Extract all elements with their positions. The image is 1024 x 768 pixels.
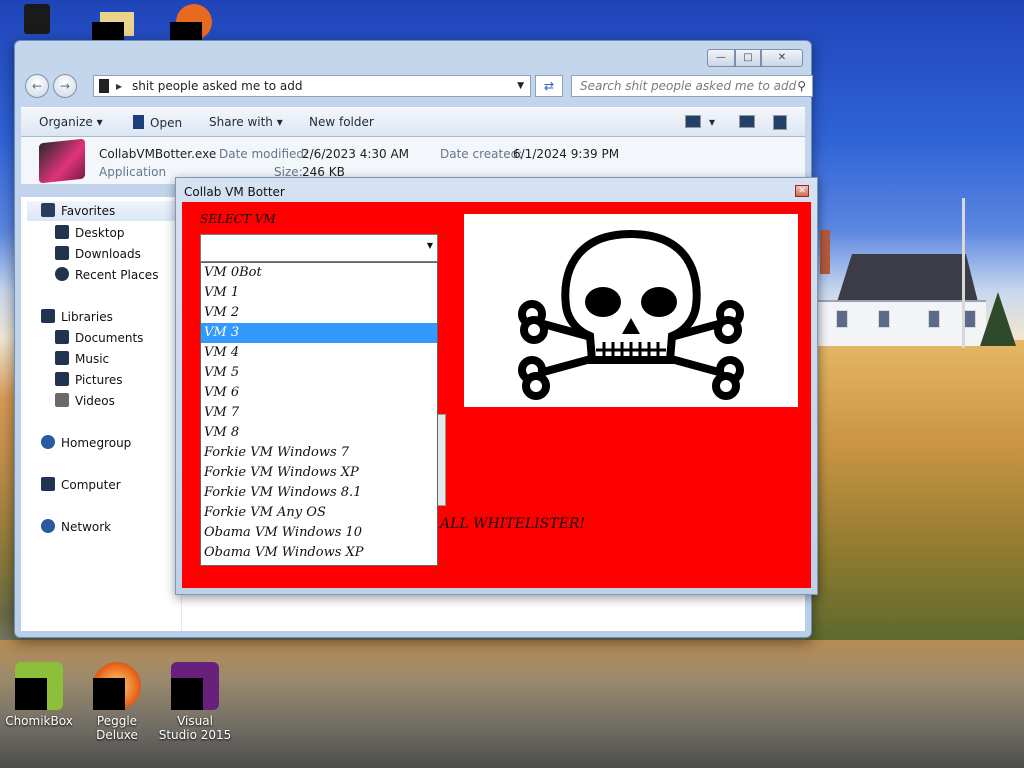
minimize-button[interactable]: — (707, 49, 735, 67)
new-folder-button[interactable]: New folder (309, 115, 374, 129)
date-modified-value: 2/6/2023 4:30 AM (302, 147, 410, 161)
desktop-icon-visual-studio[interactable]: Visual Studio 2015 (158, 662, 232, 742)
vm-option[interactable]: VM 1 (201, 283, 437, 303)
vm-option[interactable]: VM 3 (201, 323, 437, 343)
star-icon (41, 203, 55, 217)
nav-libraries[interactable]: Libraries (41, 309, 113, 324)
nav-music[interactable]: Music (55, 351, 109, 366)
nav-network[interactable]: Network (41, 519, 111, 534)
address-text: shit people asked me to add (132, 79, 303, 93)
share-with-button[interactable]: Share with ▾ (209, 115, 283, 129)
file-type: Application (99, 165, 167, 179)
botter-client-area: SELECT VM ▼ VM 0Bot VM 1 VM 2 VM 3 VM 4 VM 5V… (182, 202, 811, 588)
libraries-icon (41, 309, 55, 323)
nav-computer[interactable]: Computer (41, 477, 121, 492)
peggle-icon (93, 662, 141, 710)
forward-button[interactable]: → (53, 74, 77, 98)
recycle-bin-icon[interactable] (18, 0, 66, 40)
vm-option[interactable]: Forkie VM Windows 7 (201, 443, 437, 463)
vm-option[interactable]: VM 4 (201, 343, 437, 363)
vm-option[interactable]: Obama VM Windows XP (201, 543, 437, 563)
wallpaper-flagpole (962, 198, 965, 348)
date-created-label: Date created: (440, 147, 523, 161)
media-desktop-icon[interactable] (170, 0, 218, 40)
desktop-icon-label: Visual Studio 2015 (158, 714, 232, 742)
desktop-icon-chomikbox[interactable]: ChomikBox (2, 662, 76, 728)
vm-option[interactable]: Forkie VM Windows XP (201, 463, 437, 483)
organize-button[interactable]: Organize ▾ (39, 115, 103, 129)
computer-icon (41, 477, 55, 491)
skull-image (464, 214, 798, 407)
date-created-value: 6/1/2024 9:39 PM (513, 147, 620, 161)
date-modified-label: Date modified: (219, 147, 309, 161)
vm-option[interactable]: VM 5 (201, 363, 437, 383)
refresh-button[interactable]: ⇄ (535, 75, 563, 97)
collabvmbotter-app-icon (39, 138, 85, 184)
downloads-icon (55, 246, 69, 260)
search-icon: ⚲ (797, 79, 806, 93)
chevron-down-icon[interactable]: ▼ (517, 76, 524, 96)
whitelister-label: ALL WHITELISTER! (440, 516, 585, 532)
help-icon[interactable] (773, 115, 787, 130)
desktop-icon-peggle-deluxe[interactable]: Peggle Deluxe (80, 662, 154, 742)
close-button[interactable]: ✕ (761, 49, 803, 67)
desktop-icon-label: Peggle Deluxe (96, 714, 138, 742)
vm-option[interactable]: VM 2 (201, 303, 437, 323)
vm-option[interactable]: Obama VM Windows 10 (201, 523, 437, 543)
nav-documents[interactable]: Documents (55, 330, 143, 345)
music-icon (55, 351, 69, 365)
preview-pane-icon[interactable] (739, 115, 755, 128)
vm-option[interactable]: VM 8 (201, 423, 437, 443)
select-vm-label: SELECT VM (200, 212, 276, 226)
nav-recent-places[interactable]: Recent Places (55, 267, 158, 282)
chomikbox-icon (15, 662, 63, 710)
file-name: CollabVMBotter.exe (99, 147, 217, 161)
vm-dropdown-list[interactable]: VM 0Bot VM 1 VM 2 VM 3 VM 4 VM 5 VM 6 VM 7 VM 8F… (200, 262, 438, 566)
navigation-bar: ← → ▸ shit people asked me to add ▼ ⇄ Se… (23, 73, 813, 101)
documents-icon (55, 330, 69, 344)
vm-option[interactable]: VM 0Bot (201, 263, 437, 283)
vm-option[interactable]: Forkie VM Any OS (201, 503, 437, 523)
desktop-icon (55, 225, 69, 239)
recent-places-icon (55, 267, 69, 281)
nav-pictures[interactable]: Pictures (55, 372, 123, 387)
skull-and-crossbones-icon (518, 229, 744, 400)
navigation-pane: Favorites Desktop Downloads Recent Place… (21, 197, 181, 631)
network-icon (41, 519, 55, 533)
homegroup-icon (41, 435, 55, 449)
chevron-down-icon[interactable]: ▼ (427, 241, 433, 250)
search-placeholder: Search shit people asked me to add (580, 79, 797, 93)
folder-icon (99, 79, 109, 93)
address-bar[interactable]: ▸ shit people asked me to add ▼ (93, 75, 531, 97)
command-bar: Organize ▾ Open Share with ▾ New folder … (21, 107, 805, 137)
desktop-icon-label: ChomikBox (5, 714, 73, 728)
window-controls: — □ ✕ (707, 49, 803, 67)
search-input[interactable]: Search shit people asked me to add ⚲ (571, 75, 813, 97)
vm-option[interactable]: Forkie VM Windows 8.1 (201, 483, 437, 503)
nav-videos[interactable]: Videos (55, 393, 115, 408)
nav-downloads[interactable]: Downloads (55, 246, 141, 261)
open-button[interactable]: Open (133, 115, 182, 130)
pictures-icon (55, 372, 69, 386)
vm-option[interactable]: VM 7 (201, 403, 437, 423)
view-options-chevron-icon[interactable]: ▾ (709, 115, 715, 129)
maximize-button[interactable]: □ (735, 49, 761, 67)
change-view-icon[interactable] (685, 115, 701, 128)
nav-desktop[interactable]: Desktop (55, 225, 125, 240)
breadcrumb-arrow-icon: ▸ (116, 79, 123, 93)
collab-vm-botter-window: Collab VM Botter ✕ SELECT VM ▼ VM 0Bot VM… (175, 177, 818, 595)
vm-select-combobox[interactable]: ▼ (200, 234, 438, 262)
wallpaper-house (818, 230, 986, 348)
app-icon (133, 115, 144, 129)
close-button[interactable]: ✕ (795, 185, 809, 197)
folder-desktop-icon[interactable] (92, 0, 140, 40)
back-button[interactable]: ← (25, 74, 49, 98)
window-title: Collab VM Botter (184, 185, 285, 199)
hidden-button-edge[interactable] (438, 414, 446, 506)
nav-favorites[interactable]: Favorites (27, 201, 175, 221)
nav-homegroup[interactable]: Homegroup (41, 435, 131, 450)
vm-option[interactable]: VM 6 (201, 383, 437, 403)
videos-icon (55, 393, 69, 407)
visual-studio-icon (171, 662, 219, 710)
